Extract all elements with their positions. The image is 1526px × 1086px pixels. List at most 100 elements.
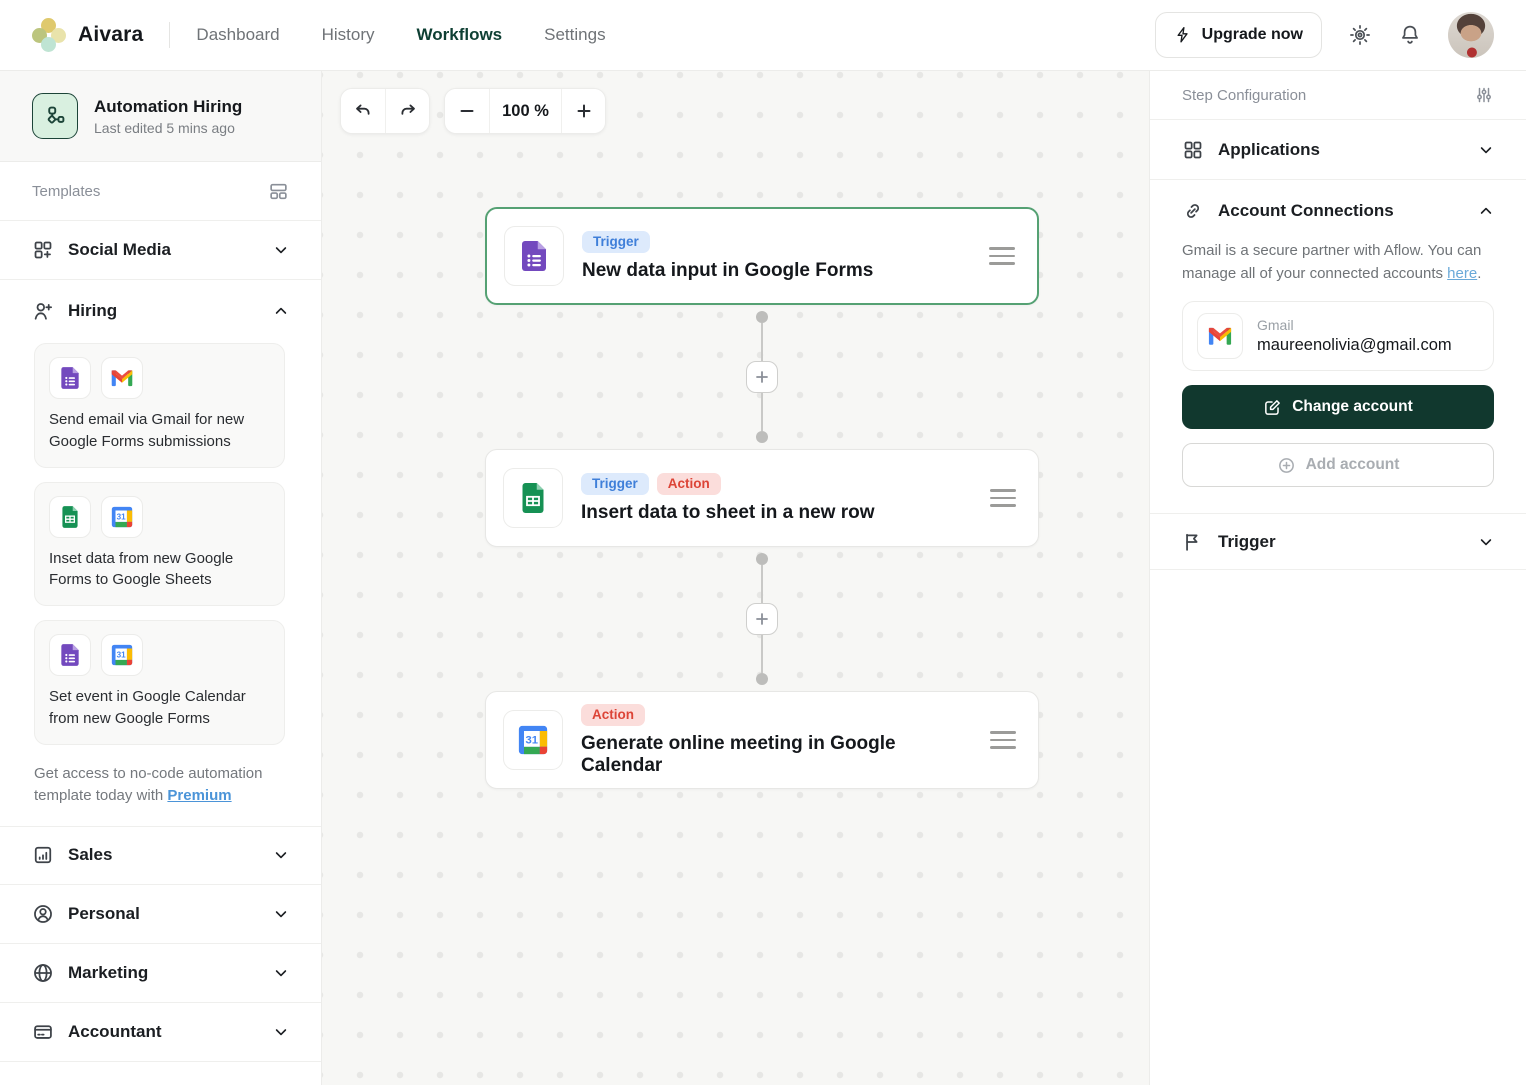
google-calendar-icon: 31 <box>101 634 143 676</box>
sidebar-item-label: Personal <box>68 904 259 924</box>
templates-header-row: Templates <box>0 162 321 221</box>
sidebar-item-label: Hiring <box>68 301 259 321</box>
sliders-icon[interactable] <box>1474 85 1494 105</box>
template-card[interactable]: Send email via Gmail for new Google Form… <box>34 343 285 468</box>
account-connections-description: Gmail is a secure partner with Aflow. Yo… <box>1182 240 1494 285</box>
nav-settings[interactable]: Settings <box>544 25 605 45</box>
workflow-icon <box>32 93 78 139</box>
brand[interactable]: Aivara <box>32 18 143 52</box>
link-icon <box>1182 200 1204 222</box>
connected-account-card[interactable]: Gmail maureenolivia@gmail.com <box>1182 301 1494 371</box>
google-forms-icon <box>49 357 91 399</box>
sidebar-item-accountant[interactable]: Accountant <box>0 1003 321 1062</box>
connector-dot <box>756 553 768 565</box>
chevron-down-icon <box>273 1024 289 1040</box>
plus-icon <box>754 369 770 385</box>
section-label: Account Connections <box>1218 201 1464 221</box>
brand-name: Aivara <box>78 23 143 47</box>
sidebar-item-label: Sales <box>68 845 259 865</box>
node-drag-handle-icon[interactable] <box>989 247 1015 265</box>
node-drag-handle-icon[interactable] <box>990 731 1016 749</box>
sidebar-item-social-media[interactable]: Social Media <box>0 221 321 280</box>
workflow-node[interactable]: Trigger New data input in Google Forms <box>485 207 1039 305</box>
node-connector <box>746 311 778 443</box>
connector-dot <box>756 673 768 685</box>
divider <box>0 808 321 826</box>
node-title: New data input in Google Forms <box>582 260 971 282</box>
connector-dot <box>756 431 768 443</box>
here-link[interactable]: here <box>1447 265 1477 282</box>
workflow-node[interactable]: 31 Action Generate online meeting in Goo… <box>485 691 1039 789</box>
premium-link[interactable]: Premium <box>167 787 231 804</box>
chevron-down-icon <box>1478 142 1494 158</box>
node-drag-handle-icon[interactable] <box>990 489 1016 507</box>
templates-sidebar: Automation Hiring Last edited 5 mins ago… <box>0 71 322 1085</box>
premium-upsell-note: Get access to no-code automation templat… <box>0 759 321 808</box>
connector-line <box>761 635 763 673</box>
google-forms-icon <box>49 634 91 676</box>
connector-line <box>761 393 763 431</box>
connector-dot <box>756 311 768 323</box>
chevron-down-icon <box>273 965 289 981</box>
connector-line <box>761 565 763 603</box>
google-forms-icon <box>504 226 564 286</box>
badge-trigger: Trigger <box>582 231 650 253</box>
nav-history[interactable]: History <box>322 25 375 45</box>
zoom-out-button[interactable] <box>445 89 489 133</box>
badge-action: Action <box>581 704 645 726</box>
edit-pencil-icon <box>1263 398 1282 417</box>
template-title: Set event in Google Calendar from new Go… <box>49 686 270 730</box>
sidebar-item-label: Marketing <box>68 963 259 983</box>
add-step-button[interactable] <box>746 603 778 635</box>
plus-icon <box>754 611 770 627</box>
nav-workflows[interactable]: Workflows <box>417 25 503 45</box>
add-step-button[interactable] <box>746 361 778 393</box>
settings-gear-icon[interactable] <box>1348 23 1372 47</box>
sidebar-item-marketing[interactable]: Marketing <box>0 944 321 1003</box>
globe-icon <box>32 962 54 984</box>
sidebar-item-sales[interactable]: Sales <box>0 826 321 885</box>
svg-text:31: 31 <box>526 735 539 747</box>
nav-dashboard[interactable]: Dashboard <box>196 25 279 45</box>
step-configuration-panel: Step Configuration Applications Account … <box>1149 71 1526 1085</box>
add-account-label: Add account <box>1306 456 1400 474</box>
gmail-icon <box>101 357 143 399</box>
svg-text:31: 31 <box>117 651 127 660</box>
divider <box>169 22 170 48</box>
badge-action: Action <box>657 473 721 495</box>
templates-label: Templates <box>32 183 100 200</box>
change-account-button[interactable]: Change account <box>1182 385 1494 429</box>
redo-button[interactable] <box>385 89 429 133</box>
google-sheets-icon <box>503 468 563 528</box>
badge-trigger: Trigger <box>581 473 649 495</box>
upgrade-now-button[interactable]: Upgrade now <box>1155 12 1322 58</box>
user-avatar[interactable] <box>1448 12 1494 58</box>
section-trigger[interactable]: Trigger <box>1150 514 1526 570</box>
connector-line <box>761 323 763 361</box>
workflow-node[interactable]: Trigger Action Insert data to sheet in a… <box>485 449 1039 547</box>
workflow-title: Automation Hiring <box>94 97 242 117</box>
sidebar-item-personal[interactable]: Personal <box>0 885 321 944</box>
add-account-button[interactable]: Add account <box>1182 443 1494 487</box>
templates-layout-icon[interactable] <box>268 181 289 202</box>
section-label: Applications <box>1218 140 1464 160</box>
workflow-canvas[interactable]: 100 % Trigger New data input in Google F… <box>322 71 1149 1085</box>
section-applications[interactable]: Applications <box>1150 120 1526 180</box>
current-workflow-header[interactable]: Automation Hiring Last edited 5 mins ago <box>0 71 321 162</box>
section-account-connections[interactable]: Account Connections <box>1150 180 1526 242</box>
template-card[interactable]: 31 Set event in Google Calendar from new… <box>34 620 285 745</box>
zoom-in-button[interactable] <box>561 89 605 133</box>
gmail-icon <box>1197 313 1243 359</box>
redo-icon <box>398 101 418 121</box>
chevron-down-icon <box>1478 534 1494 550</box>
zoom-level: 100 % <box>489 89 561 133</box>
template-card[interactable]: 31 Inset data from new Google Forms to G… <box>34 482 285 607</box>
change-account-label: Change account <box>1292 398 1413 416</box>
flag-icon <box>1182 531 1204 553</box>
notifications-bell-icon[interactable] <box>1398 23 1422 47</box>
apps-plus-icon <box>32 239 54 261</box>
undo-button[interactable] <box>341 89 385 133</box>
sidebar-item-label: Social Media <box>68 240 259 260</box>
sidebar-item-hiring[interactable]: Hiring <box>0 280 321 341</box>
google-calendar-icon: 31 <box>101 496 143 538</box>
